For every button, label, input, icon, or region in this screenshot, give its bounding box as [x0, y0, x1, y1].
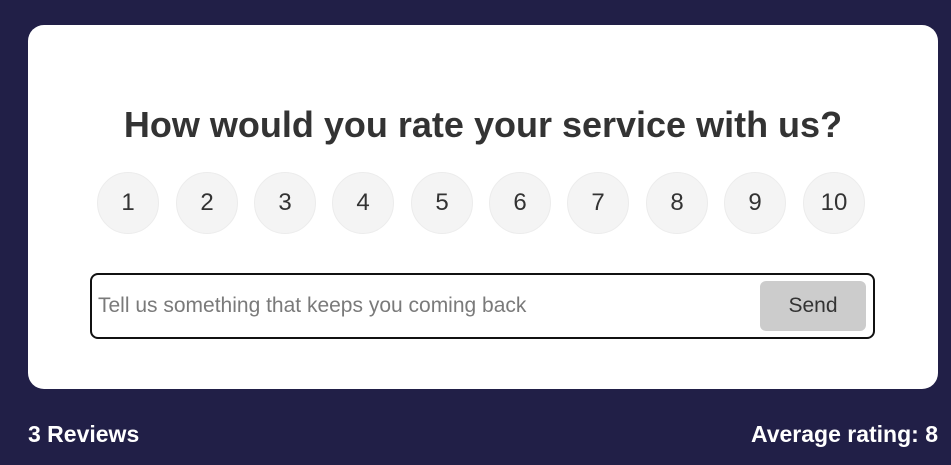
rating-option-5[interactable]: 5 — [411, 172, 473, 234]
send-button[interactable]: Send — [760, 281, 866, 331]
rating-option-9[interactable]: 9 — [724, 172, 786, 234]
review-input[interactable] — [98, 284, 748, 328]
review-count: 3 Reviews — [28, 421, 140, 447]
rating-option-7[interactable]: 7 — [567, 172, 629, 234]
review-form: Send — [90, 273, 875, 339]
rating-question: How would you rate your service with us? — [123, 104, 843, 145]
rating-options: 1 2 3 4 5 6 7 8 9 10 — [97, 172, 869, 236]
rating-option-4[interactable]: 4 — [332, 172, 394, 234]
average-rating: Average rating: 8 — [750, 421, 938, 447]
rating-option-8[interactable]: 8 — [646, 172, 708, 234]
review-stats: 3 Reviews Average rating: 8 — [28, 421, 938, 451]
rating-option-10[interactable]: 10 — [803, 172, 865, 234]
rating-option-2[interactable]: 2 — [176, 172, 238, 234]
rating-option-3[interactable]: 3 — [254, 172, 316, 234]
rating-card: How would you rate your service with us?… — [28, 25, 938, 389]
rating-option-1[interactable]: 1 — [97, 172, 159, 234]
rating-option-6[interactable]: 6 — [489, 172, 551, 234]
